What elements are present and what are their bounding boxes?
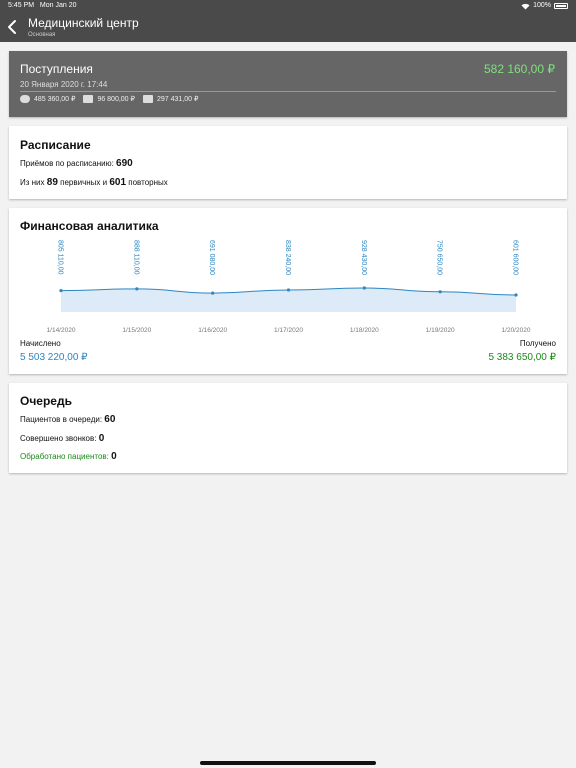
chart-data-label: 750 650,00 — [436, 240, 443, 275]
chart-data-label: 805 110,00 — [57, 240, 64, 275]
appointments-line: Приёмов по расписанию: 690 — [20, 158, 133, 169]
status-time-date: 5:45 PM Mon Jan 20 — [8, 0, 77, 12]
income-card[interactable]: Поступления 20 Января 2020 г. 17:44 582 … — [9, 51, 567, 117]
chart-point[interactable] — [59, 289, 63, 293]
accrued-value: 5 503 220,00 ₽ — [20, 352, 88, 363]
chart-point[interactable] — [211, 291, 215, 295]
payment-invoice: 297 431,00 ₽ — [142, 95, 199, 103]
income-total: 582 160,00 ₽ — [483, 62, 555, 76]
queue-patients-line: Пациентов в очереди: 60 — [20, 414, 115, 425]
card-icon — [83, 95, 94, 103]
chart-data-label: 601 600,00 — [512, 240, 519, 275]
status-indicators: 100% — [521, 0, 568, 12]
chart-data-label: 928 430,00 — [360, 240, 367, 275]
appointments-label: Приёмов по расписанию: — [20, 159, 114, 168]
chart-point[interactable] — [362, 286, 366, 290]
income-title: Поступления — [20, 62, 93, 76]
status-time: 5:45 PM — [8, 2, 35, 9]
analytics-title: Финансовая аналитика — [20, 219, 159, 233]
appointments-value: 690 — [116, 158, 133, 169]
invoice-icon — [142, 95, 153, 103]
wifi-icon — [521, 3, 530, 9]
page-subtitle: Основная — [28, 32, 56, 38]
back-chevron-icon[interactable] — [4, 18, 20, 36]
calls-label: Совершено звонков: — [20, 434, 97, 443]
chart-x-tick-label: 1/15/2020 — [122, 327, 151, 334]
queue-title: Очередь — [20, 394, 72, 408]
queue-patients-value: 60 — [104, 414, 116, 425]
received-value: 5 383 650,00 ₽ — [488, 352, 556, 363]
calls-value: 0 — [98, 433, 105, 444]
chart-point[interactable] — [135, 287, 139, 291]
chart-x-tick-label: 1/14/2020 — [47, 327, 76, 334]
payment-cash: 485 360,00 ₽ — [20, 95, 75, 103]
chart-point[interactable] — [514, 293, 518, 297]
income-date: 20 Января 2020 г. 17:44 — [20, 80, 108, 89]
payment-breakdown: 485 360,00 ₽ 96 800,00 ₽ 297 431,00 ₽ — [20, 95, 206, 103]
chart-x-tick-label: 1/17/2020 — [274, 327, 303, 334]
analytics-card[interactable]: Финансовая аналитика 805 110,00 1/14/2020… — [9, 208, 567, 374]
chart-x-tick-label: 1/20/2020 — [502, 327, 531, 334]
repeat-value: 601 — [109, 177, 127, 188]
accrued-label: Начислено — [20, 339, 61, 348]
chart-x-tick-label: 1/18/2020 — [350, 327, 379, 334]
battery-percent: 100% — [533, 2, 551, 9]
battery-icon — [554, 3, 568, 9]
received-label: Получено — [519, 339, 556, 348]
chart-x-tick-label: 1/19/2020 — [426, 327, 455, 334]
chart-data-label: 691 080,00 — [208, 240, 215, 275]
appointments-split-line: Из них 89 первичных и 601 повторных — [20, 177, 168, 188]
chart-x-tick-label: 1/16/2020 — [198, 327, 227, 334]
payment-cash-amount: 485 360,00 ₽ — [34, 96, 76, 103]
payment-card: 96 800,00 ₽ — [83, 95, 135, 103]
chart-data-label: 838 240,00 — [284, 240, 291, 275]
chart-point[interactable] — [438, 290, 442, 294]
page-title: Медицинский центр — [28, 16, 139, 30]
queue-patients-label: Пациентов в очереди: — [20, 415, 103, 424]
status-date: Mon Jan 20 — [39, 2, 77, 9]
status-bar: 5:45 PM Mon Jan 20 100% — [0, 0, 576, 12]
processed-line: Обработано пациентов: 0 — [20, 451, 117, 462]
chart-point[interactable] — [286, 288, 291, 292]
schedule-card[interactable]: Расписание Приёмов по расписанию: 690 Из… — [9, 126, 567, 199]
repeat-label: повторных — [128, 178, 168, 187]
primary-value: 89 — [46, 177, 58, 188]
calls-line: Совершено звонков: 0 — [20, 433, 104, 444]
processed-label: Обработано пациентов: — [20, 452, 109, 461]
payment-card-amount: 96 800,00 ₽ — [97, 96, 135, 103]
navigation-bar: Медицинский центр Основная — [0, 12, 576, 42]
finance-chart: 805 110,00 1/14/2020 888 110,00 1/15/2020 69… — [47, 240, 531, 334]
cash-icon — [20, 95, 30, 103]
processed-value: 0 — [111, 451, 117, 462]
primary-label: первичных и — [60, 178, 108, 187]
split-prefix: Из них — [20, 178, 45, 187]
schedule-title: Расписание — [20, 138, 91, 152]
income-divider — [20, 91, 556, 92]
payment-invoice-amount: 297 431,00 ₽ — [156, 96, 199, 103]
queue-card[interactable]: Очередь Пациентов в очереди: 60 Совершен… — [9, 383, 567, 473]
home-indicator — [200, 761, 376, 765]
chart-data-label: 888 110,00 — [132, 240, 139, 275]
